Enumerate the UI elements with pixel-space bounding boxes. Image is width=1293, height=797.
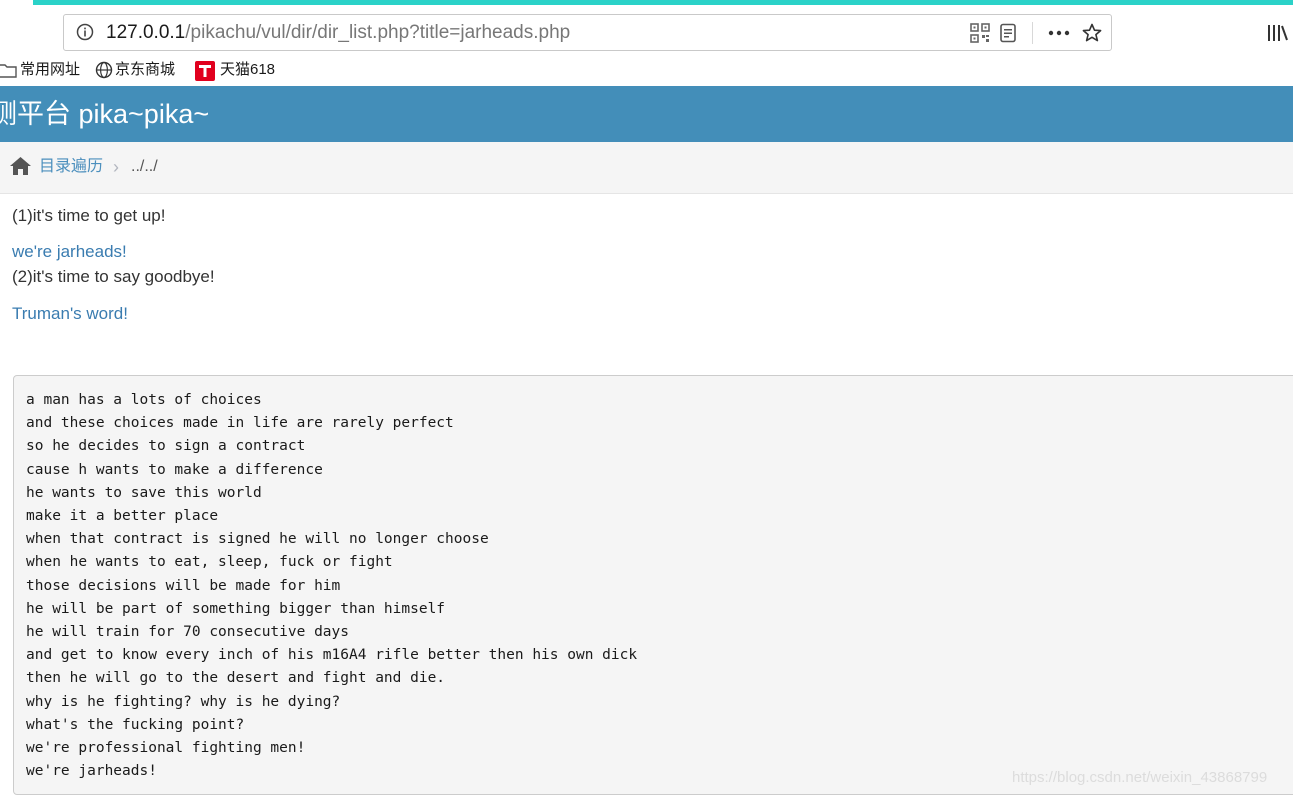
breadcrumb-separator: ›: [113, 157, 119, 177]
bookmarks-toolbar: 常用网址 京东商城 天猫618: [0, 56, 1293, 86]
poem-line: when he wants to eat, sleep, fuck or fig…: [26, 554, 393, 571]
poem-line: those decisions will be made for him: [26, 577, 341, 594]
more-actions-icon[interactable]: [1048, 23, 1070, 43]
poem-line: and get to know every inch of his m16A4 …: [26, 647, 638, 664]
poem-line: a man has a lots of choices: [26, 392, 262, 408]
url-bar-divider: [1032, 22, 1033, 44]
poem-line: when that contract is signed he will no …: [26, 531, 489, 548]
address-bar[interactable]: 127.0.0.1/pikachu/vul/dir/dir_list.php?t…: [63, 14, 1112, 51]
library-icon[interactable]: [1267, 24, 1289, 42]
poem-line: he wants to save this world: [26, 484, 262, 501]
bookmark-label: 常用网址: [20, 61, 81, 78]
breadcrumb: 目录遍历 › ../../: [0, 142, 1293, 194]
page-header: 测平台 pika~pika~: [0, 86, 1293, 142]
poem-line: why is he fighting? why is he dying?: [26, 693, 341, 710]
poem-line: what's the fucking point?: [26, 716, 245, 733]
poem-line: then he will go to the desert and fight …: [26, 670, 446, 687]
reader-view-icon[interactable]: [998, 23, 1018, 43]
breadcrumb-current: ../../: [131, 158, 158, 175]
tab-strip: [0, 0, 1293, 10]
poem-line: and these choices made in life are rarel…: [26, 415, 454, 432]
poem-line: so he decides to sign a contract: [26, 438, 306, 455]
tmall-icon: [195, 61, 215, 81]
content-line-2: (2)it's time to say goodbye!: [12, 267, 215, 286]
poem-line: we're professional fighting men!: [26, 740, 306, 757]
poem-line: we're jarheads!: [26, 763, 157, 780]
home-icon[interactable]: [9, 156, 32, 176]
url-host: 127.0.0.1: [106, 22, 186, 43]
browser-toolbar: 127.0.0.1/pikachu/vul/dir/dir_list.php?t…: [0, 10, 1293, 56]
url-path: /pikachu/vul/dir/dir_list.php?title=jarh…: [185, 22, 571, 43]
qr-code-icon[interactable]: [970, 23, 990, 43]
url-text[interactable]: 127.0.0.1/pikachu/vul/dir/dir_list.php?t…: [106, 22, 570, 44]
page-title: 测平台 pika~pika~: [0, 99, 210, 129]
watermark: https://blog.csdn.net/weixin_43868799: [1012, 769, 1268, 786]
breadcrumb-link-dir-traversal[interactable]: 目录遍历: [39, 157, 103, 177]
content-line-1: (1)it's time to get up!: [12, 206, 166, 225]
globe-icon: [95, 61, 113, 79]
poem-line: cause h wants to make a difference: [26, 461, 323, 478]
link-jarheads[interactable]: we're jarheads!: [12, 240, 127, 264]
poem-block: a man has a lots of choices and these ch…: [13, 375, 1293, 795]
poem-line: make it a better place: [26, 508, 219, 525]
link-trumans-word[interactable]: Truman's word!: [12, 302, 128, 326]
site-info-icon[interactable]: [76, 23, 94, 41]
bookmark-label: 京东商城: [115, 61, 176, 78]
poem-line: he will train for 70 consecutive days: [26, 624, 350, 641]
poem-line: he will be part of something bigger than…: [26, 600, 446, 617]
folder-icon: [0, 61, 18, 79]
bookmark-star-icon[interactable]: [1082, 23, 1102, 43]
bookmark-label: 天猫618: [220, 61, 276, 78]
active-tab-indicator[interactable]: [33, 0, 1293, 5]
